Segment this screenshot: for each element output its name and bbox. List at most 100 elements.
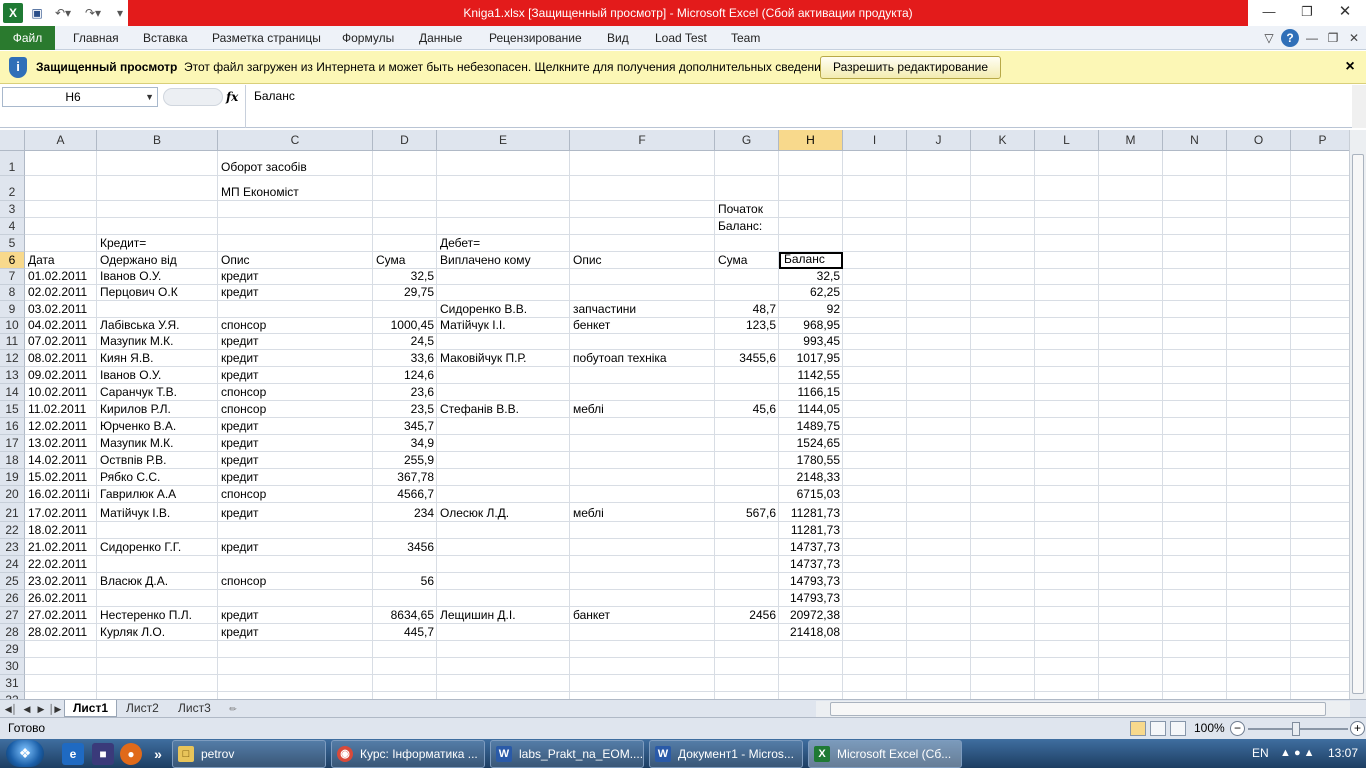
cell-h29[interactable] [779, 641, 843, 658]
cell-i3[interactable] [843, 201, 907, 218]
cell-i19[interactable] [843, 469, 907, 486]
cell-g28[interactable] [715, 624, 779, 641]
cell-a30[interactable] [25, 658, 97, 675]
cell-b20[interactable]: Гаврилюк А.А [97, 486, 218, 503]
cell-o3[interactable] [1227, 201, 1291, 218]
row-header-21[interactable]: 21 [0, 503, 25, 522]
cell-d18[interactable]: 255,9 [373, 452, 437, 469]
cell-n8[interactable] [1163, 285, 1227, 301]
cell-f15[interactable]: меблі [570, 401, 715, 418]
cell-c19[interactable]: кредит [218, 469, 373, 486]
cell-m15[interactable] [1099, 401, 1163, 418]
cell-o31[interactable] [1227, 675, 1291, 692]
cell-g5[interactable] [715, 235, 779, 252]
cell-f29[interactable] [570, 641, 715, 658]
cell-f27[interactable]: банкет [570, 607, 715, 624]
taskbar-item-word-doc[interactable]: W Документ1 - Micros... [649, 740, 803, 768]
cell-b26[interactable] [97, 590, 218, 607]
cell-f32[interactable] [570, 692, 715, 699]
cell-j29[interactable] [907, 641, 971, 658]
cell-p5[interactable] [1291, 235, 1349, 252]
row-header-25[interactable]: 25 [0, 573, 25, 590]
cell-p4[interactable] [1291, 218, 1349, 235]
ie-icon[interactable]: e [62, 743, 84, 765]
cell-p29[interactable] [1291, 641, 1349, 658]
worksheet-grid[interactable]: A B C D E F G H I J K L M N O P 1 Оборот засобів 2 МП Еконо… [0, 130, 1349, 699]
cell-k3[interactable] [971, 201, 1035, 218]
cell-b11[interactable]: Мазупик М.К. [97, 334, 218, 350]
cell-a10[interactable]: 04.02.2011 [25, 318, 97, 334]
cell-l8[interactable] [1035, 285, 1099, 301]
cell-g22[interactable] [715, 522, 779, 539]
cell-o25[interactable] [1227, 573, 1291, 590]
cell-d12[interactable]: 33,6 [373, 350, 437, 367]
cell-c26[interactable] [218, 590, 373, 607]
cell-e20[interactable] [437, 486, 570, 503]
clock[interactable]: 13:07 [1328, 739, 1358, 768]
cell-l32[interactable] [1035, 692, 1099, 699]
cell-n13[interactable] [1163, 367, 1227, 384]
cell-o22[interactable] [1227, 522, 1291, 539]
cell-j4[interactable] [907, 218, 971, 235]
cell-k31[interactable] [971, 675, 1035, 692]
zoom-level[interactable]: 100% [1194, 718, 1225, 739]
cell-d6[interactable]: Сума [373, 252, 437, 269]
cell-e26[interactable] [437, 590, 570, 607]
cell-e13[interactable] [437, 367, 570, 384]
tray-icons[interactable]: ▲ ● ▲ [1280, 739, 1315, 768]
sheet-tab-2[interactable]: Лист2 [118, 700, 167, 717]
cell-h1[interactable] [779, 151, 843, 176]
cell-j21[interactable] [907, 503, 971, 522]
cell-f21[interactable]: меблі [570, 503, 715, 522]
cell-l5[interactable] [1035, 235, 1099, 252]
undo-icon[interactable]: ↶▾ [50, 3, 76, 23]
chevron-down-icon[interactable]: ▼ [145, 88, 154, 106]
row-header-27[interactable]: 27 [0, 607, 25, 624]
cell-k19[interactable] [971, 469, 1035, 486]
help-icon[interactable]: ? [1281, 29, 1299, 47]
cell-o12[interactable] [1227, 350, 1291, 367]
cell-m23[interactable] [1099, 539, 1163, 556]
horizontal-scroll-thumb[interactable] [830, 702, 1326, 716]
cell-i16[interactable] [843, 418, 907, 435]
cell-m12[interactable] [1099, 350, 1163, 367]
cell-j17[interactable] [907, 435, 971, 452]
cell-d1[interactable] [373, 151, 437, 176]
cell-m6[interactable] [1099, 252, 1163, 269]
row-header-17[interactable]: 17 [0, 435, 25, 452]
cell-i10[interactable] [843, 318, 907, 334]
cell-p7[interactable] [1291, 269, 1349, 285]
cell-l11[interactable] [1035, 334, 1099, 350]
cell-a6[interactable]: Дата [25, 252, 97, 269]
cell-c14[interactable]: спонсор [218, 384, 373, 401]
cell-p17[interactable] [1291, 435, 1349, 452]
cell-l12[interactable] [1035, 350, 1099, 367]
cell-j5[interactable] [907, 235, 971, 252]
cell-p21[interactable] [1291, 503, 1349, 522]
cell-h28[interactable]: 21418,08 [779, 624, 843, 641]
cell-c4[interactable] [218, 218, 373, 235]
cell-g17[interactable] [715, 435, 779, 452]
cell-b4[interactable] [97, 218, 218, 235]
cell-i5[interactable] [843, 235, 907, 252]
row-header-14[interactable]: 14 [0, 384, 25, 401]
cell-k13[interactable] [971, 367, 1035, 384]
cell-j3[interactable] [907, 201, 971, 218]
cell-h13[interactable]: 1142,55 [779, 367, 843, 384]
row-header-4[interactable]: 4 [0, 218, 25, 235]
row-header-1[interactable]: 1 [0, 151, 25, 176]
cell-a5[interactable] [25, 235, 97, 252]
cell-e8[interactable] [437, 285, 570, 301]
cell-h20[interactable]: 6715,03 [779, 486, 843, 503]
cell-j7[interactable] [907, 269, 971, 285]
cell-i29[interactable] [843, 641, 907, 658]
cell-j19[interactable] [907, 469, 971, 486]
cell-g20[interactable] [715, 486, 779, 503]
cell-j25[interactable] [907, 573, 971, 590]
cell-f24[interactable] [570, 556, 715, 573]
cell-g13[interactable] [715, 367, 779, 384]
cell-d15[interactable]: 23,5 [373, 401, 437, 418]
cell-n4[interactable] [1163, 218, 1227, 235]
cell-p23[interactable] [1291, 539, 1349, 556]
cell-m31[interactable] [1099, 675, 1163, 692]
